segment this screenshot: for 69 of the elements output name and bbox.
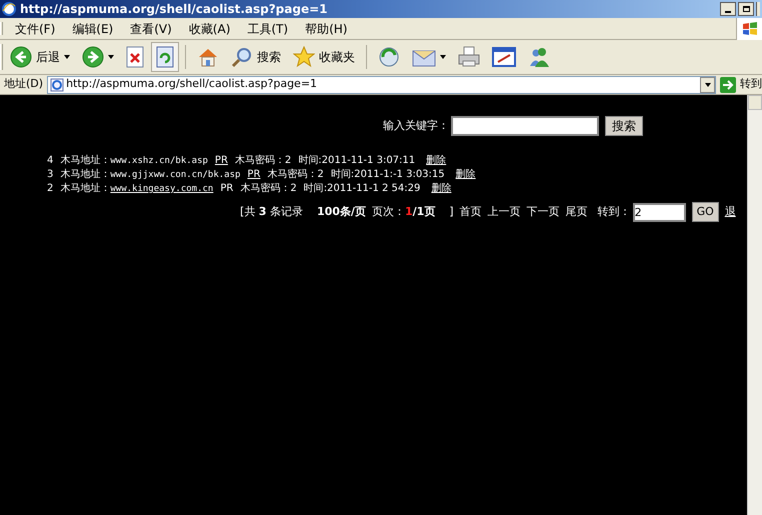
search-field[interactable] <box>451 116 599 136</box>
menu-item[interactable]: 文件(F) <box>15 20 56 38</box>
edit-icon <box>492 47 516 67</box>
search-button[interactable]: 搜索 <box>605 116 643 136</box>
time-text: 时间:2011-1:-1 3:03:15 <box>330 168 445 181</box>
refresh-icon <box>156 46 174 68</box>
star-icon <box>293 46 315 68</box>
menu-item[interactable]: 帮助(H) <box>305 20 348 38</box>
caret-icon <box>440 55 446 59</box>
time-text: 时间:2011-11-1 3:07:11 <box>298 154 416 167</box>
password-text: 木马密码：2 <box>234 154 292 167</box>
address-label: 木马地址： <box>60 182 110 195</box>
pager-link[interactable]: 首页 <box>460 204 482 220</box>
delete-link[interactable]: 删除 <box>426 154 446 167</box>
delete-link[interactable]: 删除 <box>431 182 452 195</box>
window-title: http://aspmuma.org/shell/caolist.asp?page=1 <box>20 1 328 18</box>
page-info: 页次：1/1页 <box>372 204 436 220</box>
toolbar-button[interactable]: 收藏夹 <box>288 42 360 72</box>
caret-icon <box>108 55 114 59</box>
pr-link[interactable]: PR <box>247 168 260 181</box>
pager-link[interactable]: 尾页 <box>566 204 588 220</box>
toolbar-button[interactable] <box>151 42 179 72</box>
password-text: 木马密码：2 <box>240 182 297 195</box>
go-page-button[interactable]: GO <box>692 202 719 222</box>
pr-link[interactable]: PR <box>220 182 234 195</box>
address-label: 木马地址： <box>60 168 110 181</box>
arrow-right-icon <box>720 76 736 92</box>
logout-link[interactable]: 退 <box>724 204 736 220</box>
toolbar-button[interactable]: 后退 <box>5 42 75 72</box>
menu-item[interactable]: 收藏(A) <box>188 20 230 38</box>
search-label: 输入关键字： <box>383 118 449 134</box>
caret-icon <box>704 82 710 86</box>
stop-icon <box>126 46 144 68</box>
menu-item[interactable]: 编辑(E) <box>72 20 114 38</box>
record-index: 4 <box>47 154 54 167</box>
close-button[interactable] <box>756 2 760 16</box>
caret-icon <box>64 55 70 59</box>
go-button[interactable]: 转到 <box>716 76 762 93</box>
people-icon <box>528 46 550 68</box>
toolbar-button[interactable]: 搜索 <box>226 42 286 72</box>
record-index: 2 <box>47 182 54 195</box>
bracket: ] <box>449 204 454 220</box>
time-text: 时间:2011-11-1 2 54:29 <box>304 182 420 195</box>
password-text: 木马密码：2 <box>267 168 324 181</box>
url-link[interactable]: www.kingeasy.com.cn <box>110 183 214 196</box>
url-link[interactable]: www.gjjxww.con.cn/bk.asp <box>110 169 240 182</box>
restore-button[interactable] <box>738 2 754 16</box>
address-label: 木马地址： <box>60 154 110 167</box>
address-label: 地址(D) <box>3 76 44 92</box>
menu-item[interactable]: 查看(V) <box>130 20 172 38</box>
pager-link[interactable]: 上一页 <box>488 204 521 220</box>
minimize-button[interactable] <box>720 2 736 16</box>
media-icon <box>378 46 400 68</box>
goto-label: 转到： <box>598 204 631 220</box>
pr-link[interactable]: PR <box>214 154 228 167</box>
per-page: 100条/页 <box>316 204 366 220</box>
magnifier-icon <box>231 46 253 68</box>
delete-link[interactable]: 删除 <box>456 168 476 181</box>
page-icon <box>50 78 64 92</box>
address-field[interactable]: http://aspmuma.org/shell/caolist.asp?page=1 <box>47 76 716 94</box>
house-icon <box>197 46 219 68</box>
pager-link[interactable]: 下一页 <box>526 204 560 220</box>
menu-item[interactable]: 工具(T) <box>247 20 288 38</box>
browser-logo-icon <box>2 2 16 16</box>
record-index: 3 <box>47 168 54 181</box>
goto-field[interactable]: 2 <box>632 202 686 222</box>
url-link[interactable]: www.xshz.cn/bk.asp <box>110 155 208 168</box>
record-count: [共 3 条记录 <box>240 204 303 220</box>
printer-icon <box>458 46 480 68</box>
